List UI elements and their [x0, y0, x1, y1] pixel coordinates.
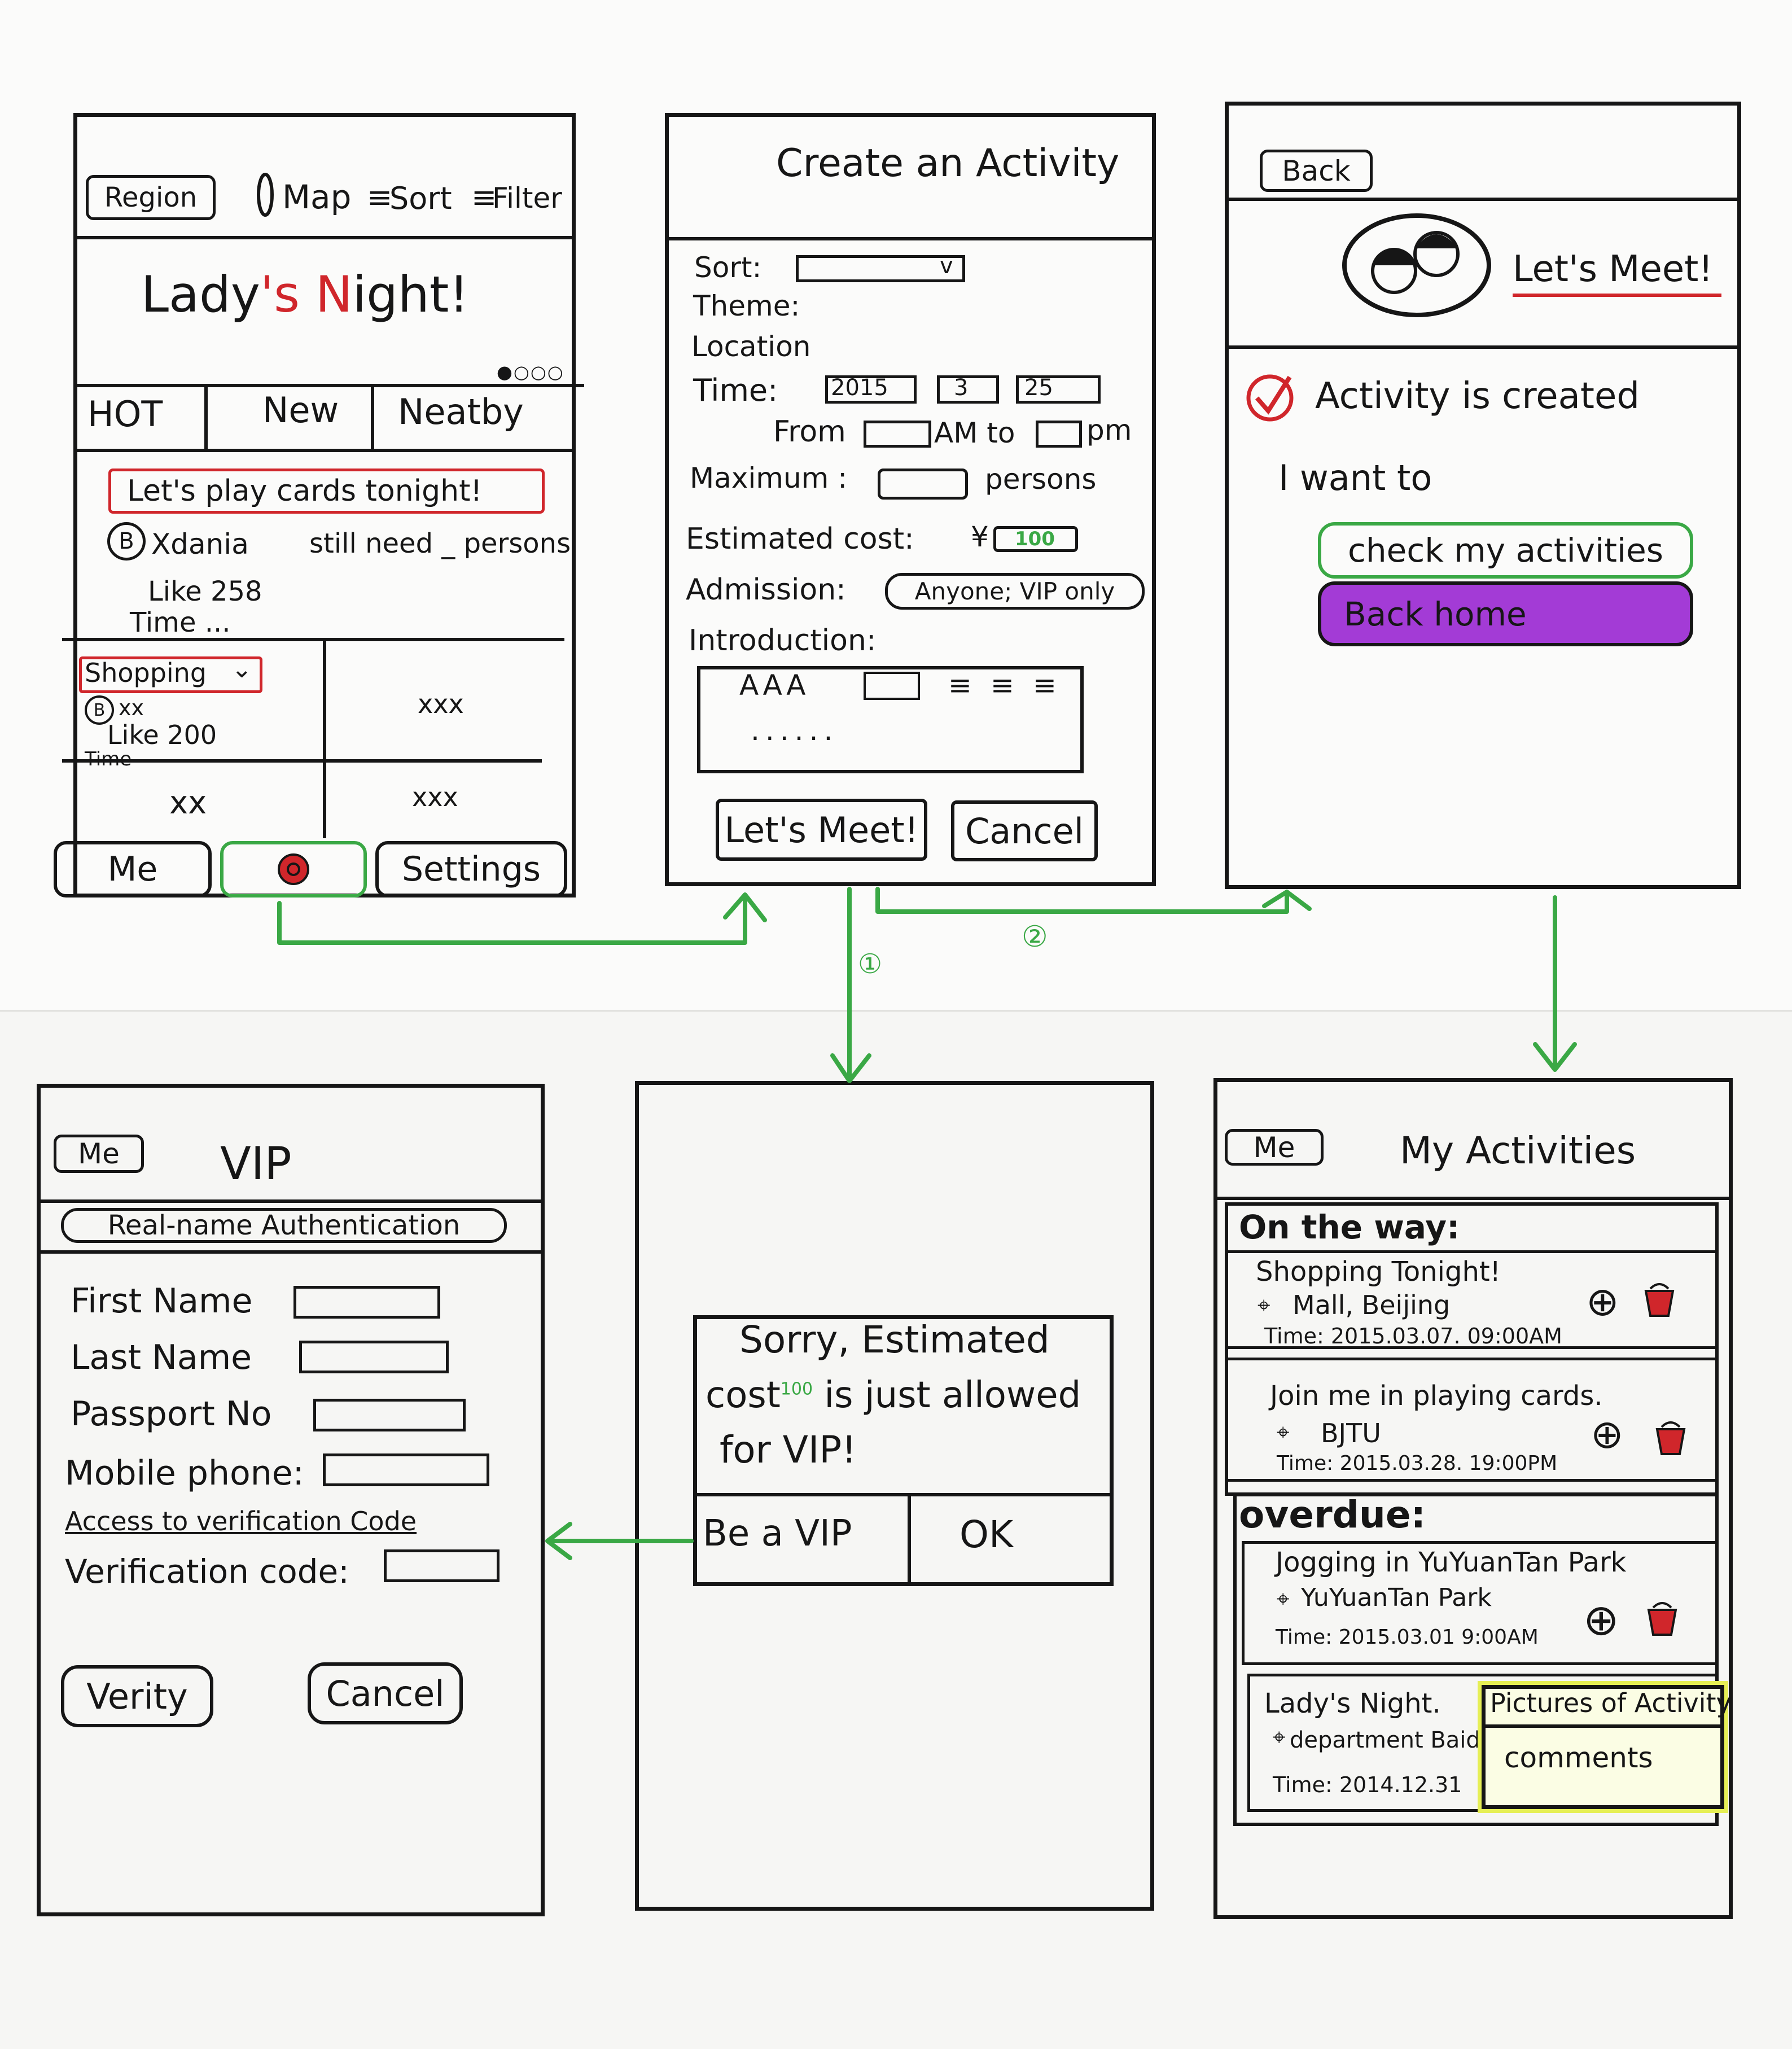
arrow-home-to-create — [277, 895, 747, 945]
arrow-create-to-created — [875, 887, 1289, 914]
flow-label: ① — [858, 948, 883, 980]
flow-arrows — [277, 887, 1577, 1560]
flow-label: ② — [1022, 920, 1048, 954]
